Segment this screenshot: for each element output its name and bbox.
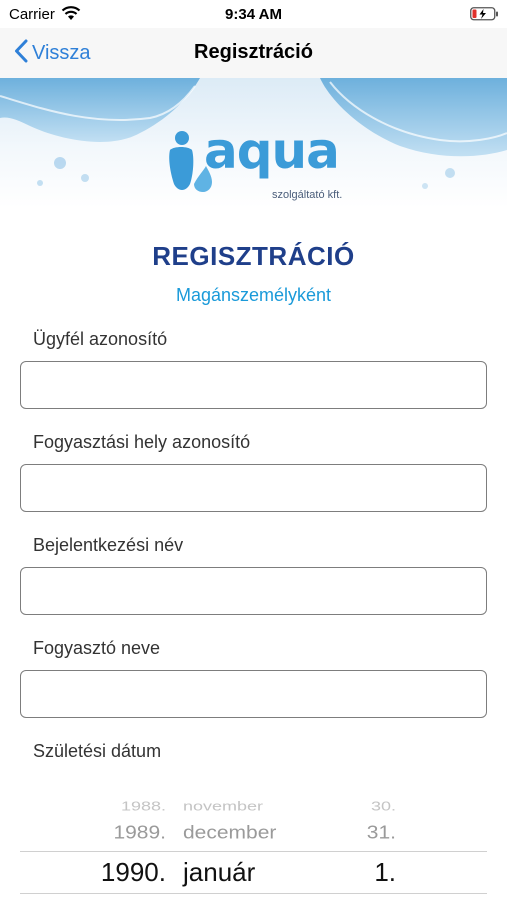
battery-charging-icon: [470, 7, 500, 26]
picker-day: 31.: [366, 822, 396, 843]
picker-selected-row[interactable]: 1990. január 1.: [20, 852, 487, 892]
aqua-logo: aqua szolgáltató kft.: [160, 122, 350, 206]
picker-selected-day: 1.: [374, 857, 396, 887]
picker-selection-bottom-line: [20, 893, 487, 894]
back-button[interactable]: Vissza: [14, 38, 91, 68]
picker-month: december: [183, 822, 277, 843]
consumer-name-input[interactable]: [20, 670, 487, 718]
consumption-point-id-input[interactable]: [20, 464, 487, 512]
registration-heading: REGISZTRÁCIÓ: [152, 241, 355, 271]
logo-wordmark: aqua: [204, 122, 340, 180]
header-banner: aqua szolgáltató kft.: [0, 78, 507, 208]
logo-tagline: szolgáltató kft.: [272, 189, 343, 201]
consumer-name-label: Fogyasztó neve: [33, 638, 161, 658]
birth-date-picker[interactable]: 1988. november 30. 1989. december 31. 19…: [20, 780, 487, 900]
birth-date-label: Születési dátum: [33, 741, 162, 761]
status-time: 9:34 AM: [225, 6, 282, 23]
back-label: Vissza: [32, 41, 91, 64]
login-name-label: Bejelentkezési név: [33, 535, 184, 555]
navigation-bar: Vissza Regisztráció: [0, 28, 507, 78]
picker-selected-year: 1990.: [100, 857, 166, 887]
status-bar: Carrier 9:34 AM: [0, 0, 507, 28]
login-name-input[interactable]: [20, 567, 487, 615]
customer-id-input[interactable]: [20, 361, 487, 409]
customer-id-label: Ügyfél azonosító: [33, 329, 168, 349]
picker-selected-month: január: [183, 857, 256, 887]
chevron-left-icon: [14, 39, 28, 68]
picker-year: 1989.: [113, 822, 166, 843]
consumption-point-id-label: Fogyasztási hely azonosító: [33, 432, 251, 452]
picker-row[interactable]: 1989. december 31.: [20, 815, 487, 851]
registration-type-subheading: Magánszemélyként: [175, 285, 332, 305]
